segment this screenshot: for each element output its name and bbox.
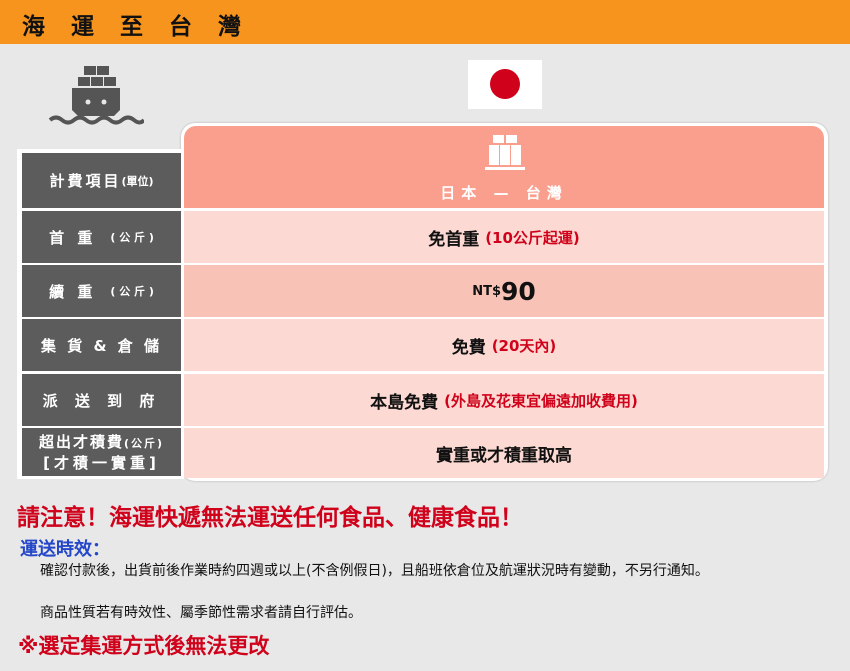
additional-weight-price: 90	[501, 276, 536, 306]
title-bar: 海 運 至 台 灣	[0, 0, 850, 44]
volumetric-label: 超出才積費	[38, 433, 124, 451]
flag-sun	[490, 69, 520, 99]
currency-label: NT$	[472, 283, 501, 299]
stacked-boxes-icon	[485, 135, 525, 170]
label-consolidation-storage: 集 貨 & 倉 儲	[22, 319, 181, 371]
header-label: 計費項目	[49, 172, 122, 190]
label-volumetric-fee: 超出才積費(公斤) [才積一實重]	[22, 428, 181, 476]
volumetric-label-line2: [才積一實重]	[43, 454, 160, 472]
home-delivery-label: 派 送 到 府	[42, 391, 161, 410]
rates-header: 日本 — 台灣	[184, 126, 824, 208]
storage-value: 免費	[451, 337, 486, 358]
volumetric-value: 實重或才積重取高	[436, 445, 572, 466]
row-consolidation-storage: 免費 (20天內)	[184, 319, 824, 371]
row-additional-weight: NT$ 90	[184, 265, 824, 317]
route-label: 日本 — 台灣	[440, 184, 568, 202]
additional-weight-unit: ( 公 斤 )	[110, 285, 154, 298]
storage-label: 集 貨 & 倉 儲	[41, 336, 162, 355]
header-unit: (單位)	[121, 174, 154, 188]
label-additional-weight: 續 重 ( 公 斤 )	[22, 265, 181, 317]
label-home-delivery: 派 送 到 府	[22, 374, 181, 426]
row-volumetric-fee: 實重或才積重取高	[184, 428, 824, 478]
food-warning: 請注意！海運快遞無法運送任何食品、健康食品！	[17, 505, 523, 531]
row-first-weight: 免首重 (10公斤起運)	[184, 211, 824, 263]
volumetric-unit: (公斤)	[123, 437, 165, 450]
cargo-ship-icon	[48, 66, 144, 125]
first-weight-unit: ( 公 斤 )	[110, 231, 154, 244]
first-weight-value: 免首重	[428, 229, 480, 250]
delivery-value: 本島免費	[370, 392, 439, 413]
final-note: ※選定集運方式後無法更改	[18, 634, 270, 658]
delivery-note-2: 商品性質若有時效性、屬季節性需求者請自行評估。	[40, 605, 362, 621]
first-weight-label: 首 重	[49, 228, 97, 247]
japan-flag-icon	[468, 60, 542, 109]
volumetric-label-line1: 超出才積費(公斤)	[39, 431, 164, 452]
row-home-delivery: 本島免費 (外島及花東宜偏遠加收費用)	[184, 374, 824, 426]
label-header: 計費項目 (單位)	[22, 153, 181, 208]
delivery-note-1: 確認付款後，出貨前後作業時約四週或以上(不含例假日)，且船班依倉位及航運狀況時有…	[40, 563, 709, 579]
storage-note: (20天內)	[491, 336, 557, 355]
first-weight-note: (10公斤起運)	[485, 228, 580, 247]
label-first-weight: 首 重 ( 公 斤 )	[22, 211, 181, 263]
delivery-time-title: 運送時效：	[20, 539, 110, 560]
delivery-note: (外島及花東宜偏遠加收費用)	[444, 391, 638, 410]
page-title: 海 運 至 台 灣	[22, 14, 251, 40]
additional-weight-label: 續 重	[49, 282, 97, 301]
